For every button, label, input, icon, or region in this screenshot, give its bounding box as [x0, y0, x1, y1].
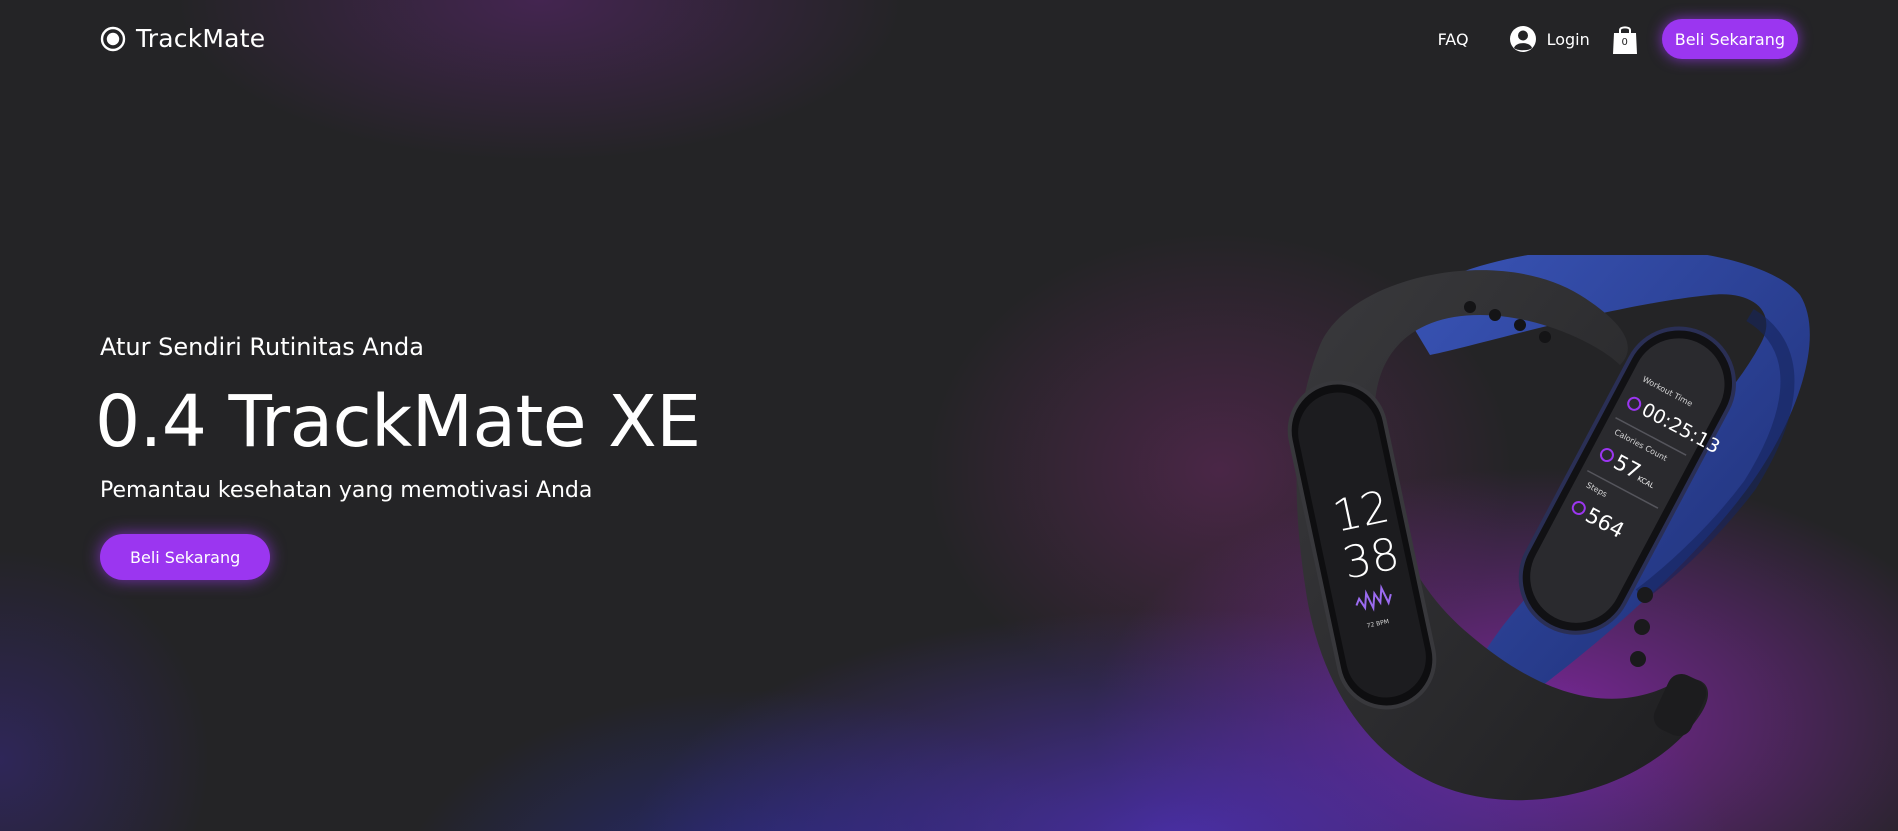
user-circle-icon: [1509, 26, 1536, 52]
login-label: Login: [1546, 29, 1590, 49]
cart-button[interactable]: 0: [1612, 23, 1638, 55]
nav-faq-link[interactable]: FAQ: [1438, 30, 1469, 49]
fitness-band-illustration: Workout Time 00:25:13 Calories Count 57 …: [1287, 255, 1810, 801]
buy-now-hero-button[interactable]: Beli Sekarang: [100, 534, 271, 580]
record-circle-icon: [100, 26, 126, 51]
product-image: Workout Time 00:25:13 Calories Count 57 …: [1280, 255, 1820, 825]
brand-name: TrackMate: [136, 24, 266, 53]
brand-logo[interactable]: TrackMate: [100, 24, 265, 53]
landing-page: TrackMate FAQ Login 0 Beli Sekarang Atur…: [0, 0, 1898, 831]
buy-now-nav-button[interactable]: Beli Sekarang: [1661, 19, 1798, 59]
nav-login-link[interactable]: Login: [1509, 25, 1590, 53]
hero-section: Atur Sendiri Rutinitas Anda 0.4 TrackMat…: [95, 332, 1000, 580]
main-nav: FAQ Login 0 Beli Sekarang: [1438, 19, 1798, 59]
hero-eyebrow: Atur Sendiri Rutinitas Anda: [100, 333, 424, 361]
cart-count-badge: 0: [1621, 37, 1628, 48]
hero-title: 0.4 TrackMate XE: [95, 380, 701, 463]
site-header: TrackMate FAQ Login 0 Beli Sekarang: [0, 0, 1898, 78]
hero-subtitle: Pemantau kesehatan yang memotivasi Anda: [100, 478, 593, 503]
